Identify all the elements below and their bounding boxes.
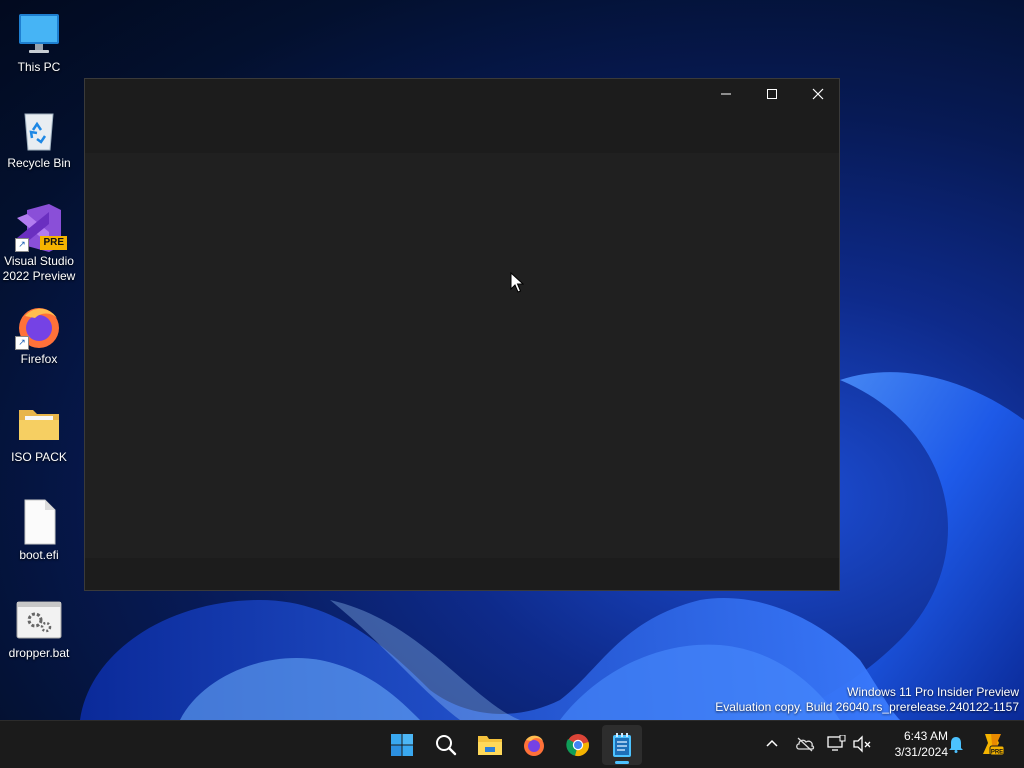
desktop-icon-label: dropper.bat (8, 646, 70, 660)
pre-badge: PRE (40, 236, 67, 250)
volume-button[interactable] (851, 733, 873, 755)
taskbar: 6:43 AM 3/31/2024 PRE (0, 720, 1024, 768)
desktop-icon-label: This PC (17, 60, 61, 74)
chrome-icon (566, 734, 589, 756)
window-titlebar[interactable] (85, 79, 839, 153)
desktop-icon-label: Visual Studio 2022 Preview (2, 254, 76, 283)
onedrive-offline-icon (796, 737, 815, 752)
desktop-icon-recycle-bin[interactable]: Recycle Bin (2, 106, 76, 171)
maximize-button[interactable] (749, 79, 795, 109)
clock-date: 3/31/2024 (894, 745, 948, 759)
minimize-button[interactable] (703, 79, 749, 109)
watermark-line-1: Windows 11 Pro Insider Preview (847, 685, 1019, 699)
desktop-icon-boot-efi[interactable]: boot.efi (2, 498, 76, 563)
show-hidden-icons-button[interactable] (761, 733, 783, 755)
desktop-icon-firefox[interactable]: ↗ Firefox (2, 302, 76, 367)
app-window[interactable] (84, 78, 840, 591)
active-app-indicator (615, 761, 629, 764)
firefox-icon (524, 735, 544, 756)
taskbar-notepad[interactable] (602, 725, 642, 765)
shortcut-arrow-icon: ↗ (15, 238, 29, 252)
folder-icon (15, 400, 63, 448)
batch-file-icon (15, 596, 63, 644)
close-button[interactable] (795, 79, 841, 109)
desktop-icon-visual-studio[interactable]: PRE ↗ Visual Studio 2022 Preview (2, 204, 76, 284)
window-content (85, 153, 839, 558)
bell-icon (949, 737, 963, 753)
network-icon (827, 735, 846, 751)
search-button[interactable] (426, 725, 466, 765)
desktop-icon-dropper-bat[interactable]: dropper.bat (2, 596, 76, 661)
volume-muted-icon (853, 735, 871, 753)
notifications-button[interactable] (945, 733, 967, 755)
visual-studio-icon: PRE ↗ (15, 204, 67, 252)
mouse-cursor-icon (510, 272, 524, 293)
evaluation-watermark: Windows 11 Pro Insider Preview Evaluatio… (715, 685, 1019, 715)
desktop-icon-this-pc[interactable]: This PC (2, 10, 76, 75)
chevron-up-icon (766, 739, 778, 747)
recycle-bin-icon (15, 106, 63, 154)
copilot-icon: PRE (983, 734, 1005, 756)
close-icon (812, 88, 824, 100)
search-icon (436, 735, 457, 756)
firefox-icon: ↗ (15, 302, 63, 350)
desktop-icon-label: ISO PACK (11, 450, 67, 464)
this-pc-icon (15, 10, 63, 58)
network-button[interactable] (825, 733, 847, 755)
start-icon (391, 734, 413, 756)
onedrive-status-button[interactable] (794, 733, 816, 755)
taskbar-clock[interactable]: 6:43 AM 3/31/2024 (878, 728, 948, 760)
watermark-line-2: Evaluation copy. Build 26040.rs_prerelea… (715, 700, 1019, 714)
taskbar-chrome[interactable] (558, 725, 598, 765)
desktop-icon-label: Firefox (20, 352, 58, 366)
desktop-icon-label: boot.efi (19, 548, 59, 562)
taskbar-file-explorer[interactable] (470, 725, 510, 765)
shortcut-arrow-icon: ↗ (15, 336, 29, 350)
taskbar-firefox[interactable] (514, 725, 554, 765)
clock-time: 6:43 AM (903, 729, 948, 743)
maximize-icon (767, 89, 777, 99)
file-icon (15, 498, 63, 546)
minimize-icon (721, 93, 731, 95)
desktop-icon-label: Recycle Bin (7, 156, 71, 170)
file-explorer-icon (478, 736, 502, 755)
svg-text:PRE: PRE (991, 750, 1003, 756)
start-button[interactable] (382, 725, 422, 765)
desktop-icon-iso-pack[interactable]: ISO PACK (2, 400, 76, 465)
window-status-area (85, 558, 839, 590)
notepad-icon (613, 733, 631, 757)
copilot-button[interactable]: PRE (979, 731, 1005, 757)
